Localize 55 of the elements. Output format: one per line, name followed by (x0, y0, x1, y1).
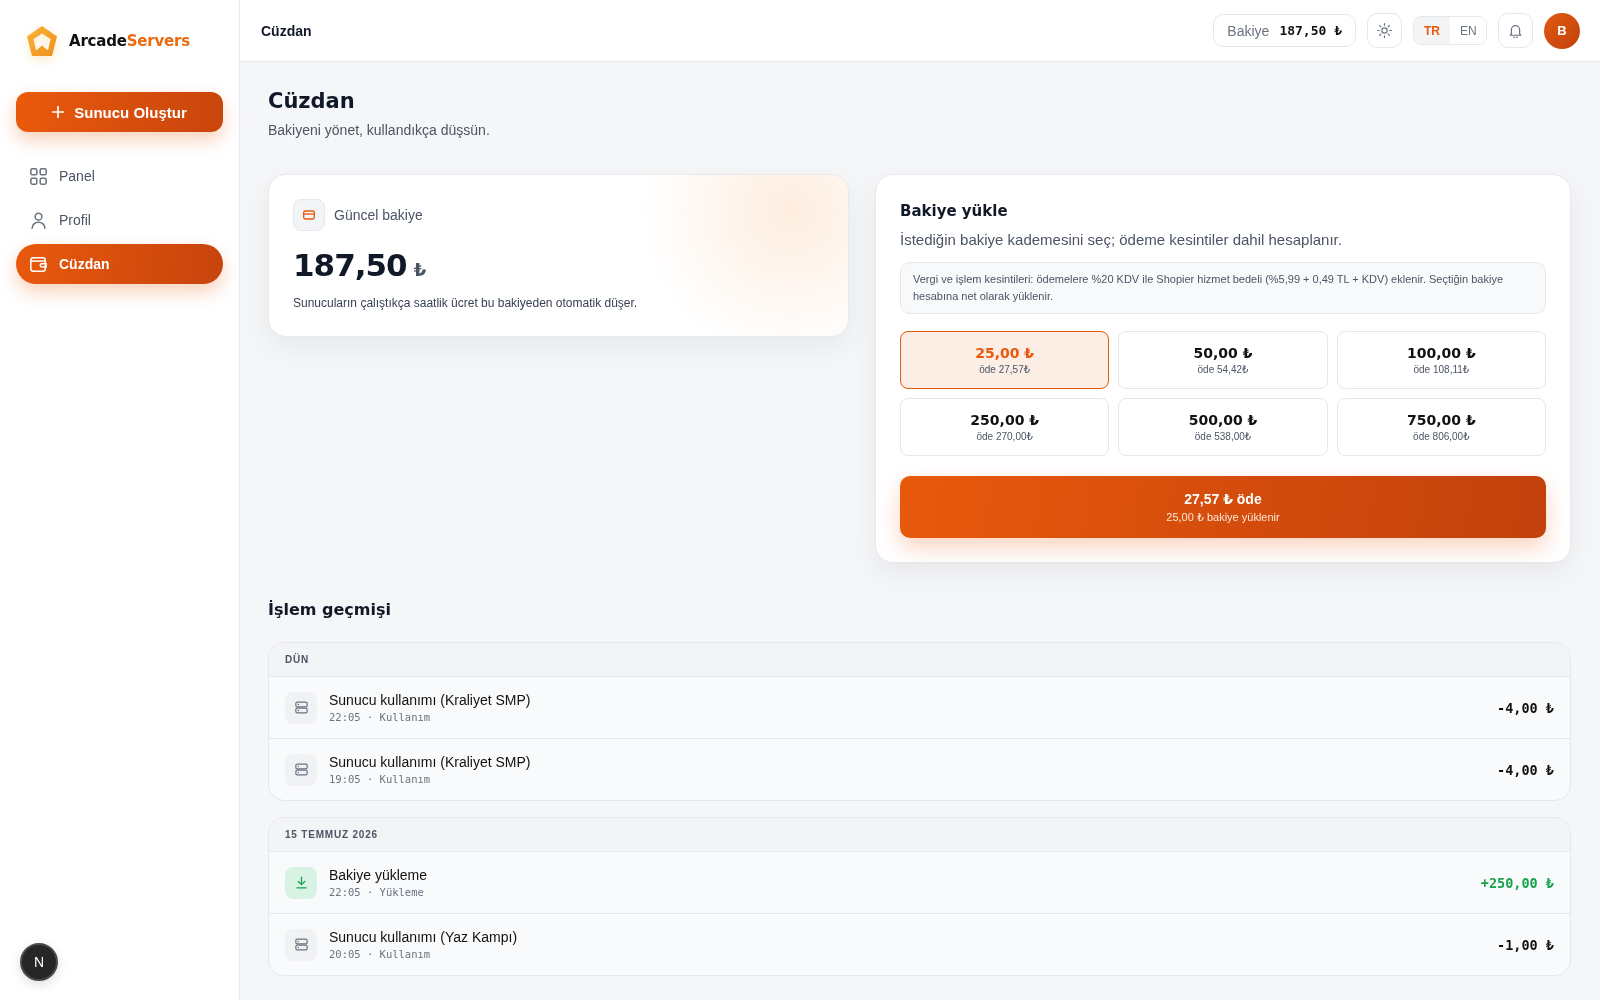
sidebar-item[interactable]: Cüzdan (16, 244, 223, 284)
server-icon (285, 753, 317, 786)
header-title: Cüzdan (261, 22, 312, 39)
wallet-icon (30, 255, 47, 273)
transaction-title: Sunucu kullanımı (Kraliyet SMP) (329, 692, 532, 708)
transaction-title: Sunucu kullanımı (Yaz Kampı) (329, 929, 519, 945)
date-header: 15 TEMMUZ 2026 (269, 818, 1570, 851)
plus-icon (52, 106, 65, 118)
transaction-amount: -4,00 ₺ (1497, 699, 1554, 716)
date-header: DÜN (269, 643, 1570, 676)
transaction-meta: 19:05 · Kullanım (329, 773, 432, 785)
transaction-amount: -1,00 ₺ (1497, 936, 1554, 953)
transaction-meta: 20:05 · Kullanım (329, 948, 432, 960)
download-icon (285, 866, 317, 899)
brand-name: ArcadeServers (69, 32, 190, 50)
amount-option[interactable]: 250,00 ₺ öde 270,00₺ (900, 398, 1110, 456)
amount-option[interactable]: 25,00 ₺ öde 27,57₺ (900, 331, 1110, 389)
create-server-button[interactable]: Sunucu Oluştur (16, 92, 223, 132)
grid-icon (30, 167, 47, 185)
sun-icon (1377, 23, 1392, 38)
logo-icon (27, 26, 57, 56)
amount-option[interactable]: 100,00 ₺ öde 108,11₺ (1336, 331, 1546, 389)
server-icon (285, 928, 317, 961)
theme-toggle-button[interactable] (1367, 13, 1402, 48)
balance-amount: 187,50 ₺ (1279, 23, 1342, 38)
top-up-title: Bakiye yükle (900, 201, 1009, 221)
user-icon (30, 211, 47, 229)
page-heading: Cüzdan (268, 88, 356, 114)
amount-option[interactable]: 750,00 ₺ öde 806,00₺ (1336, 398, 1546, 456)
page-subtitle: Bakiyeni yönet, kullandıkça düşsün. (268, 121, 491, 139)
sidebar-item[interactable]: Panel (16, 156, 223, 196)
balance-label: Güncel bakiye (334, 207, 423, 223)
transaction-amount: -4,00 ₺ (1497, 761, 1554, 778)
card-icon (293, 199, 325, 231)
balance-amount: 187,50 (293, 246, 407, 285)
transaction-title: Sunucu kullanımı (Kraliyet SMP) (329, 754, 532, 770)
transaction-title: Bakiye yükleme (329, 867, 429, 883)
dev-tools-button[interactable]: N (20, 943, 58, 981)
server-icon (285, 691, 317, 724)
transaction-amount: +250,00 ₺ (1480, 874, 1554, 891)
transaction-meta: 22:05 · Kullanım (329, 711, 432, 723)
amount-option[interactable]: 50,00 ₺ öde 54,42₺ (1118, 331, 1328, 389)
balance-note: Sunucuların çalıştıkça saatlik ücret bu bakiyeden otomatik düşer. (293, 295, 639, 311)
fee-notice: Vergi ve işlem kesintileri: ödemelere %20 KDV ile Shopier hizmet bedeli (%5,99 + 0,49 TL + KDV) eklenir. Seçtiğin bakiye hesabına net olarak yüklenir. (900, 262, 1546, 314)
amount-option[interactable]: 500,00 ₺ öde 538,00₺ (1118, 398, 1328, 456)
transaction-meta: 22:05 · Yükleme (329, 886, 425, 898)
history-title: İşlem geçmişi (268, 600, 392, 620)
bell-icon (1508, 23, 1523, 38)
balance-label: Bakiye (1227, 22, 1270, 39)
pay-button[interactable]: 27,57 ₺ öde 25,00 ₺ bakiye yüklenir (900, 476, 1546, 538)
avatar[interactable]: B (1544, 12, 1580, 49)
notifications-button[interactable] (1498, 13, 1533, 48)
top-up-subtitle: İstediğin bakiye kademesini seç; ödeme kesintiler dahil hesaplanır. (900, 230, 1343, 250)
sidebar-item[interactable]: Profil (16, 200, 223, 240)
currency-symbol: ₺ (413, 259, 427, 281)
